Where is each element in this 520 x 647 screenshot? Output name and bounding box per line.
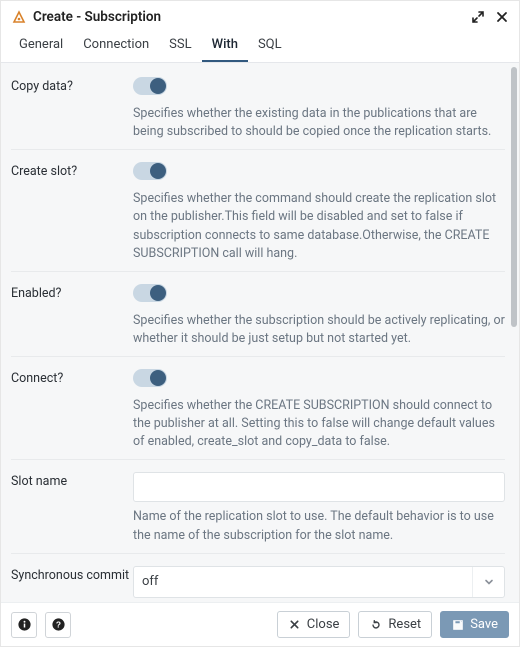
help-connect: Specifies whether the CREATE SUBSCRIPTIO… <box>133 397 505 451</box>
separator <box>11 553 505 554</box>
svg-text:?: ? <box>55 620 60 630</box>
tabs: General Connection SSL With SQL <box>1 29 519 63</box>
close-button-label: Close <box>307 617 340 632</box>
select-sync-commit-value: off <box>142 574 158 589</box>
close-button[interactable]: Close <box>277 611 351 638</box>
tab-ssl[interactable]: SSL <box>159 29 201 62</box>
field-sync-commit: Synchronous commit off The value of this… <box>11 560 505 602</box>
field-copy-data: Copy data? Specifies whether the existin… <box>11 71 505 145</box>
dialog-body: Copy data? Specifies whether the existin… <box>1 63 519 602</box>
expand-icon[interactable] <box>471 10 485 24</box>
label-slot-name: Slot name <box>11 472 133 489</box>
input-slot-name[interactable] <box>133 472 505 502</box>
dialog-footer: ? Close Reset Save <box>1 602 519 646</box>
field-create-slot: Create slot? Specifies whether the comma… <box>11 156 505 267</box>
field-connect: Connect? Specifies whether the CREATE SU… <box>11 363 505 455</box>
help-copy-data: Specifies whether the existing data in t… <box>133 105 505 141</box>
reset-button[interactable]: Reset <box>358 611 432 638</box>
info-button[interactable] <box>11 612 37 638</box>
help-slot-name: Name of the replication slot to use. The… <box>133 508 505 544</box>
reset-button-label: Reset <box>388 617 421 632</box>
dialog-header: Create - Subscription <box>1 1 519 29</box>
create-subscription-dialog: Create - Subscription General Connection… <box>0 0 520 647</box>
chevron-down-icon <box>472 567 504 597</box>
toggle-copy-data[interactable] <box>133 77 167 95</box>
label-copy-data: Copy data? <box>11 77 133 94</box>
save-button-label: Save <box>470 617 498 632</box>
save-icon <box>451 618 464 631</box>
separator <box>11 271 505 272</box>
tab-with[interactable]: With <box>202 29 248 62</box>
field-enabled: Enabled? Specifies whether the subscript… <box>11 278 505 352</box>
reset-icon <box>369 618 382 631</box>
tab-general[interactable]: General <box>9 29 73 62</box>
label-connect: Connect? <box>11 369 133 386</box>
separator <box>11 459 505 460</box>
help-create-slot: Specifies whether the command should cre… <box>133 190 505 263</box>
app-logo-icon <box>11 9 27 25</box>
separator <box>11 356 505 357</box>
help-enabled: Specifies whether the subscription shoul… <box>133 312 505 348</box>
tab-connection[interactable]: Connection <box>73 29 159 62</box>
toggle-connect[interactable] <box>133 369 167 387</box>
label-sync-commit: Synchronous commit <box>11 566 133 583</box>
select-sync-commit[interactable]: off <box>133 566 505 598</box>
label-enabled: Enabled? <box>11 284 133 301</box>
dialog-title: Create - Subscription <box>33 9 161 25</box>
save-button[interactable]: Save <box>440 611 509 638</box>
separator <box>11 149 505 150</box>
close-icon <box>288 618 301 631</box>
field-slot-name: Slot name Name of the replication slot t… <box>11 466 505 548</box>
help-button[interactable]: ? <box>45 612 71 638</box>
scrollbar[interactable] <box>511 67 517 327</box>
label-create-slot: Create slot? <box>11 162 133 179</box>
tab-sql[interactable]: SQL <box>248 29 292 62</box>
toggle-create-slot[interactable] <box>133 162 167 180</box>
toggle-enabled[interactable] <box>133 284 167 302</box>
close-icon[interactable] <box>495 10 509 24</box>
